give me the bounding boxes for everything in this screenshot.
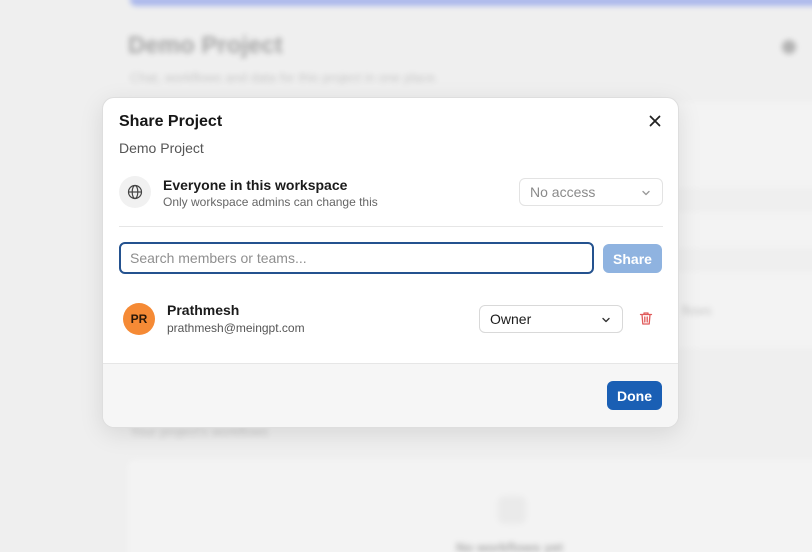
- chevron-down-icon: [602, 317, 610, 323]
- workspace-access-row: Everyone in this workspace Only workspac…: [119, 175, 663, 209]
- member-name: Prathmesh: [167, 302, 240, 318]
- globe-icon: [127, 184, 143, 200]
- chevron-down-icon: [642, 190, 650, 196]
- workspace-note: Only workspace admins can change this: [163, 195, 378, 209]
- avatar: PR: [123, 303, 155, 335]
- member-email: prathmesh@meingpt.com: [167, 321, 305, 335]
- globe-icon-wrapper: [119, 176, 151, 208]
- share-project-dialog: Share Project Demo Project Everyone in t…: [102, 97, 679, 428]
- workspace-access-select[interactable]: No access: [519, 178, 663, 206]
- close-icon: [649, 115, 661, 127]
- workspace-access-value: No access: [530, 184, 596, 200]
- remove-member-button[interactable]: [637, 309, 655, 327]
- close-button[interactable]: [645, 111, 665, 131]
- dialog-title: Share Project: [119, 113, 223, 130]
- done-button[interactable]: Done: [607, 381, 662, 410]
- divider: [119, 226, 663, 227]
- dialog-footer: Done: [103, 363, 678, 427]
- dialog-subtitle: Demo Project: [119, 140, 204, 156]
- share-button[interactable]: Share: [603, 244, 662, 273]
- trash-icon: [639, 311, 653, 325]
- member-role-select[interactable]: Owner: [479, 305, 623, 333]
- member-role-value: Owner: [490, 311, 532, 327]
- member-row: PR Prathmesh prathmesh@meingpt.com Owner: [123, 301, 663, 337]
- workspace-name: Everyone in this workspace: [163, 177, 348, 193]
- search-members-input[interactable]: [119, 242, 594, 274]
